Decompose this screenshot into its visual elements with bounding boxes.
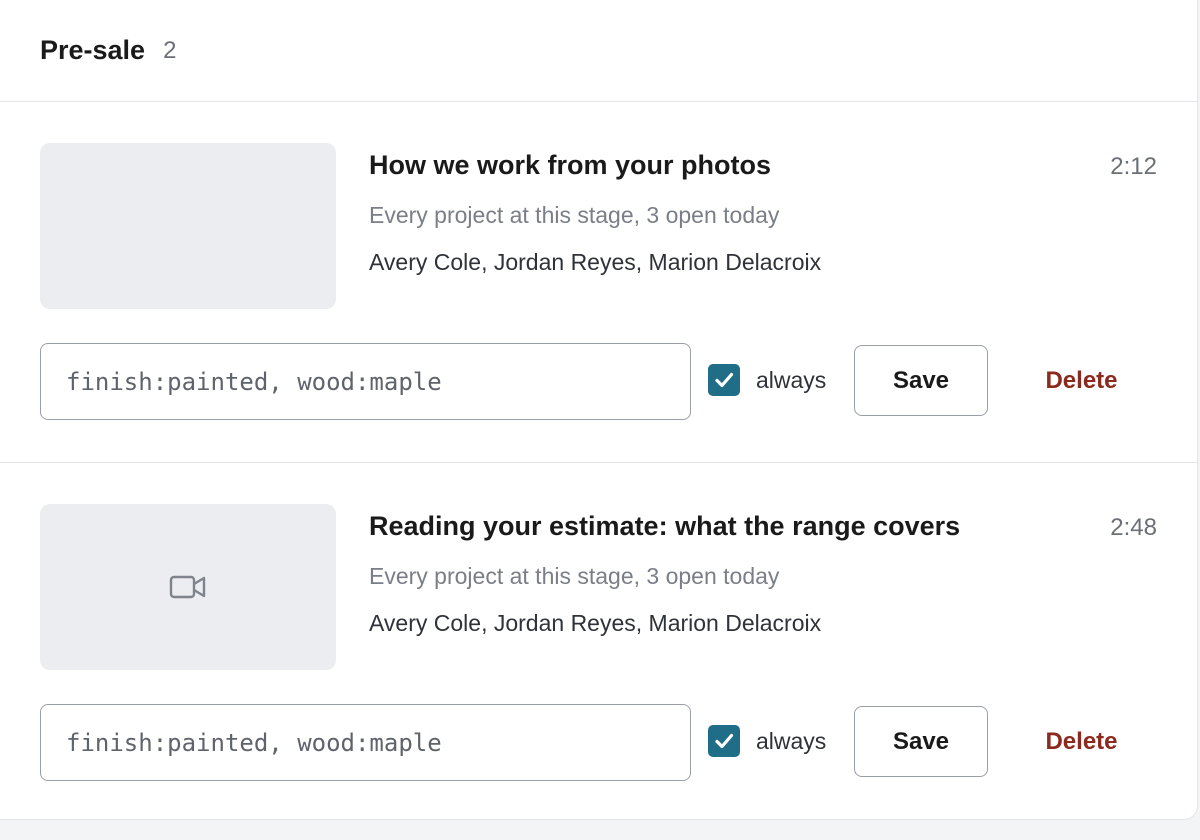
always-checkbox[interactable] — [708, 364, 740, 396]
video-thumbnail[interactable] — [40, 504, 336, 670]
video-audience: Every project at this stage, 3 open toda… — [369, 563, 780, 589]
checkmark-icon — [715, 372, 734, 388]
video-title[interactable]: How we work from your photos — [369, 150, 771, 181]
save-button[interactable]: Save — [854, 345, 988, 416]
video-duration: 2:48 — [1110, 514, 1157, 541]
video-camera-icon — [169, 575, 206, 599]
delete-button[interactable]: Delete — [1018, 345, 1145, 416]
video-item: Reading your estimate: what the range co… — [0, 462, 1197, 822]
video-title[interactable]: Reading your estimate: what the range co… — [369, 511, 960, 542]
tags-input[interactable] — [40, 704, 691, 781]
always-label[interactable]: always — [756, 728, 826, 755]
always-checkbox[interactable] — [708, 725, 740, 757]
group-title: Pre-sale — [40, 35, 146, 65]
pre-sale-panel: Pre-sale 2 How we work from your photos … — [0, 0, 1198, 820]
group-count: 2 — [163, 36, 177, 64]
tags-input[interactable] — [40, 343, 691, 420]
group-header: Pre-sale 2 — [0, 0, 1197, 102]
video-assignees: Avery Cole, Jordan Reyes, Marion Delacro… — [369, 249, 822, 275]
video-item: How we work from your photos 2:12 Every … — [0, 102, 1197, 462]
checkmark-icon — [715, 733, 734, 749]
video-thumbnail[interactable] — [40, 143, 336, 309]
video-audience: Every project at this stage, 3 open toda… — [369, 202, 780, 228]
save-button[interactable]: Save — [854, 706, 988, 777]
video-duration: 2:12 — [1110, 153, 1157, 180]
video-assignees: Avery Cole, Jordan Reyes, Marion Delacro… — [369, 610, 822, 636]
always-label[interactable]: always — [756, 367, 826, 394]
delete-button[interactable]: Delete — [1018, 706, 1145, 777]
